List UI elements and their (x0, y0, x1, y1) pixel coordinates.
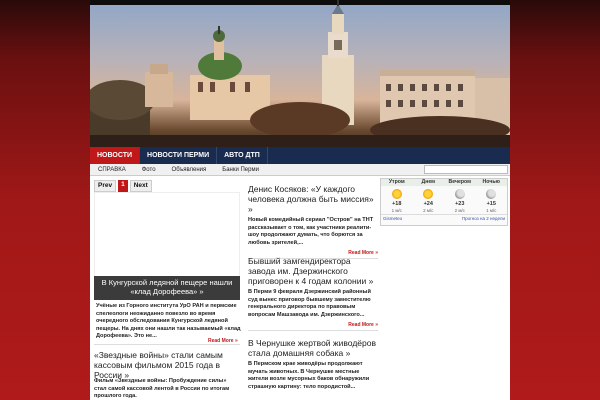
weather-period-label: Утром (381, 179, 413, 186)
featured-teaser: Учёные из Горного института УрО РАН и пе… (96, 303, 241, 339)
subnav-photo[interactable]: Фото (134, 164, 164, 175)
read-more-link[interactable]: Read More » (248, 322, 378, 328)
weather-wind: 1 м/с (486, 208, 497, 213)
weather-period: Утром +18 1 м/с (381, 179, 413, 214)
subnav-banks[interactable]: Банки Перми (214, 164, 267, 175)
nav-auto-dtp[interactable]: АВТО ДТП (217, 147, 268, 164)
forecast-link[interactable]: Прогноз на 2 недели (462, 216, 505, 221)
weather-wind: 2 м/с (423, 208, 434, 213)
left-article-title[interactable]: «Звездные войны» стали самым кассовым фи… (94, 350, 240, 380)
subnav-ads[interactable]: Объявления (164, 164, 215, 175)
article-desc: Новый комедийный сериал "Остров" на ТНТ … (248, 217, 374, 246)
article-title[interactable]: Бывший замгендиректора завода им. Дзержи… (248, 256, 378, 286)
prev-button[interactable]: Prev (94, 180, 117, 192)
article: Денис Косяков: «У каждого человека должн… (248, 184, 378, 259)
main-nav: НОВОСТИ НОВОСТИ ПЕРМИ АВТО ДТП (90, 147, 510, 164)
featured-caption[interactable]: В Кунгурской ледяной пещере нашли «клад … (94, 276, 240, 300)
subnav-help[interactable]: СПРАВКА (90, 164, 134, 175)
header-photo (90, 0, 510, 147)
article-desc: В Пермском крае живодёры продолжают муча… (248, 361, 370, 390)
article-title[interactable]: Денис Косяков: «У каждого человека должн… (248, 184, 378, 214)
left-article-desc: Фильм «Звездные войны: Пробуждение силы»… (94, 378, 230, 399)
sun-icon (391, 189, 402, 199)
sun-icon (423, 189, 434, 199)
page-number[interactable]: 1 (118, 180, 128, 192)
weather-period-label: Вечером (444, 179, 476, 186)
article-desc: В Перми 9 февраля Дзержинский районный с… (248, 289, 371, 318)
weather-period: Вечером +23 2 м/с (444, 179, 476, 214)
weather-temp: +24 (423, 201, 433, 207)
weather-temp: +15 (486, 201, 496, 207)
divider (94, 344, 240, 345)
moon-icon (454, 189, 465, 199)
weather-source-link[interactable]: Gismeteo (383, 216, 402, 221)
page-container: НОВОСТИ НОВОСТИ ПЕРМИ АВТО ДТП СПРАВКА Ф… (90, 0, 510, 400)
weather-period: Ночью +15 1 м/с (475, 179, 507, 214)
weather-period-label: Ночью (475, 179, 507, 186)
slider-pager: Prev 1 Next (94, 180, 152, 192)
city-skyline-image (90, 0, 510, 147)
weather-widget: Утром +18 1 м/с Днем +24 2 м/с Вечером +… (380, 178, 508, 226)
moon-icon (486, 189, 497, 199)
search-input[interactable] (424, 165, 508, 174)
article-title[interactable]: В Чернушке жертвой живодёров стала домаш… (248, 338, 378, 358)
weather-period: Днем +24 2 м/с (412, 179, 444, 214)
divider (248, 330, 378, 331)
article: В Чернушке жертвой живодёров стала домаш… (248, 338, 378, 391)
weather-wind: 1 м/с (391, 208, 402, 213)
next-button[interactable]: Next (129, 180, 152, 192)
weather-temp: +23 (455, 201, 465, 207)
weather-wind: 2 м/с (454, 208, 465, 213)
nav-news[interactable]: НОВОСТИ (90, 147, 141, 164)
article: Бывший замгендиректора завода им. Дзержи… (248, 256, 378, 331)
weather-temp: +18 (392, 201, 402, 207)
weather-period-label: Днем (412, 179, 444, 186)
nav-perm-news[interactable]: НОВОСТИ ПЕРМИ (140, 147, 218, 164)
